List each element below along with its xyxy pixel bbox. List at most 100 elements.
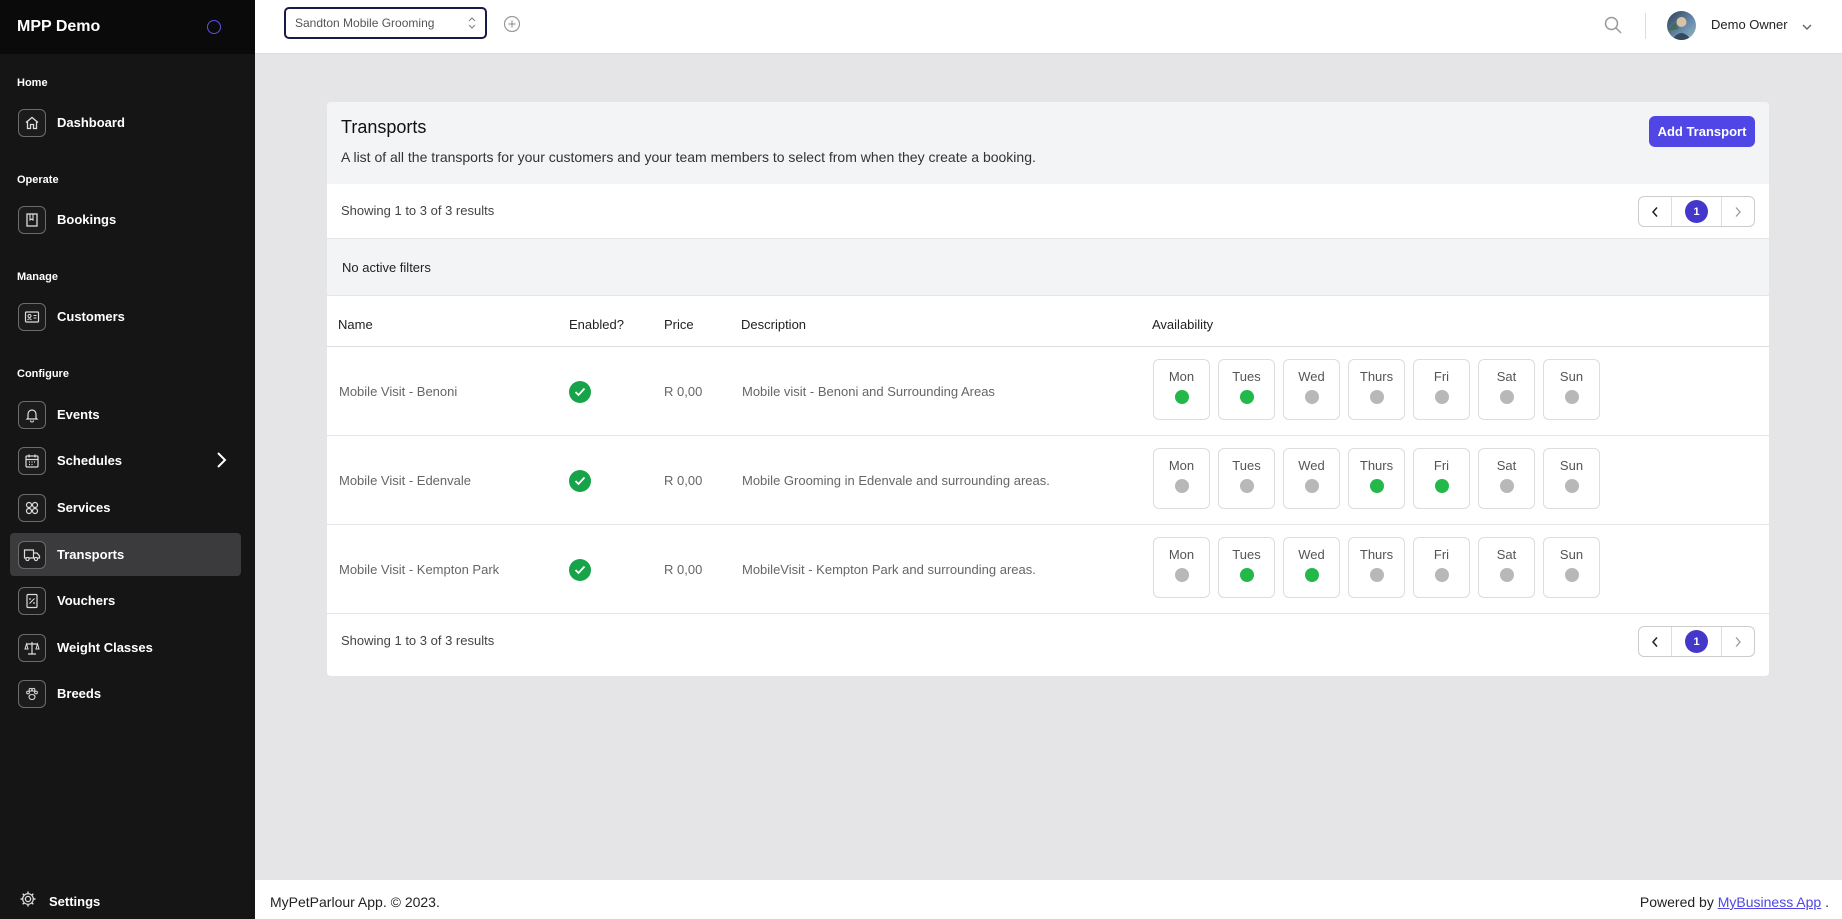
availability-days: Mon Tues Wed Thurs Fri Sat Sun	[1153, 537, 1608, 598]
select-arrows-icon	[467, 15, 477, 34]
row-price: R 0,00	[664, 562, 703, 577]
day-chip: Tues	[1218, 448, 1275, 509]
results-count: Showing 1 to 3 of 3 results	[341, 203, 495, 218]
brand-title: MPP Demo	[17, 18, 101, 35]
sidebar-item-weight-classes[interactable]: Weight Classes	[10, 626, 241, 669]
enabled-check-icon	[569, 381, 591, 403]
sidebar-item-settings[interactable]: Settings	[19, 890, 100, 913]
row-description: Mobile visit - Benoni and Surrounding Ar…	[742, 384, 995, 399]
day-label: Thurs	[1359, 458, 1394, 473]
row-price: R 0,00	[664, 473, 703, 488]
prev-page-button[interactable]	[1639, 627, 1672, 656]
section-label-manage: Manage	[17, 271, 58, 283]
unavailable-dot	[1174, 479, 1189, 493]
add-transport-button[interactable]: Add Transport	[1649, 116, 1755, 147]
avatar[interactable]	[1667, 11, 1696, 40]
available-dot	[1304, 568, 1319, 582]
column-header-availability: Availability	[1152, 317, 1214, 332]
day-chip: Wed	[1283, 537, 1340, 598]
available-dot	[1369, 479, 1384, 493]
book-icon	[18, 205, 46, 234]
chevron-down-icon[interactable]	[1801, 19, 1813, 37]
sidebar-item-services[interactable]: Services	[10, 486, 241, 529]
table-body: Mobile Visit - Benoni R 0,00 Mobile visi…	[327, 347, 1769, 614]
sidebar-item-label: Vouchers	[57, 593, 116, 608]
powered-by-link[interactable]: MyBusiness App	[1718, 894, 1822, 910]
day-label: Sat	[1496, 369, 1517, 384]
unavailable-dot	[1564, 479, 1579, 493]
add-salon-icon[interactable]	[503, 15, 521, 38]
unavailable-dot	[1499, 568, 1514, 582]
available-dot	[1174, 390, 1189, 404]
day-label: Wed	[1298, 369, 1325, 384]
table-row[interactable]: Mobile Visit - Benoni R 0,00 Mobile visi…	[327, 347, 1769, 436]
chevron-left-icon	[1651, 206, 1658, 217]
day-chip: Mon	[1153, 537, 1210, 598]
column-header-price: Price	[664, 317, 694, 332]
unavailable-dot	[1239, 479, 1254, 493]
day-chip: Sat	[1478, 537, 1535, 598]
calendar-icon	[18, 446, 46, 475]
day-label: Mon	[1168, 547, 1195, 562]
results-bar-top: Showing 1 to 3 of 3 results 1	[327, 184, 1769, 239]
sidebar-item-label: Events	[57, 407, 100, 422]
sidebar-item-schedules[interactable]: Schedules	[10, 439, 241, 482]
day-label: Fri	[1433, 458, 1450, 473]
next-page-button[interactable]	[1721, 197, 1754, 226]
row-name: Mobile Visit - Edenvale	[339, 473, 471, 488]
day-chip: Thurs	[1348, 359, 1405, 420]
search-icon[interactable]	[1603, 15, 1623, 40]
day-label: Sun	[1559, 369, 1584, 384]
page-title: Transports	[341, 117, 427, 137]
sidebar-item-customers[interactable]: Customers	[10, 295, 241, 338]
sidebar-item-transports[interactable]: Transports	[10, 533, 241, 576]
day-label: Tues	[1232, 369, 1261, 384]
table-row[interactable]: Mobile Visit - Edenvale R 0,00 Mobile Gr…	[327, 436, 1769, 525]
column-header-description: Description	[741, 317, 807, 332]
day-chip: Sun	[1543, 359, 1600, 420]
sidebar-item-dashboard[interactable]: Dashboard	[10, 101, 241, 144]
chevron-right-icon[interactable]	[215, 451, 227, 474]
user-name[interactable]: Demo Owner	[1711, 17, 1788, 32]
day-chip: Wed	[1283, 359, 1340, 420]
table-row[interactable]: Mobile Visit - Kempton Park R 0,00 Mobil…	[327, 525, 1769, 614]
day-chip: Fri	[1413, 359, 1470, 420]
status-circle-icon[interactable]	[207, 20, 221, 34]
day-label: Sun	[1559, 458, 1584, 473]
day-label: Mon	[1168, 369, 1195, 384]
day-label: Wed	[1298, 547, 1325, 562]
current-page-button[interactable]: 1	[1672, 627, 1721, 656]
sidebar-item-label: Customers	[57, 309, 125, 324]
sidebar-item-label: Breeds	[57, 686, 102, 701]
sidebar-item-bookings[interactable]: Bookings	[10, 198, 241, 241]
day-label: Sat	[1496, 547, 1517, 562]
day-label: Fri	[1433, 369, 1450, 384]
sidebar-item-breeds[interactable]: Breeds	[10, 672, 241, 715]
page-description: A list of all the transports for your cu…	[341, 149, 1036, 165]
salon-select[interactable]: Sandton Mobile Grooming	[284, 7, 487, 39]
paw-icon	[18, 679, 46, 708]
day-label: Tues	[1232, 547, 1261, 562]
footer-powered: Powered by MyBusiness App .	[1640, 894, 1829, 910]
day-label: Fri	[1433, 547, 1450, 562]
sidebar-item-events[interactable]: Events	[10, 393, 241, 436]
prev-page-button[interactable]	[1639, 197, 1672, 226]
day-label: Wed	[1298, 458, 1325, 473]
sidebar-item-label: Services	[57, 500, 111, 515]
unavailable-dot	[1369, 390, 1384, 404]
settings-label: Settings	[49, 894, 101, 909]
current-page-button[interactable]: 1	[1672, 197, 1721, 226]
voucher-icon	[18, 586, 46, 615]
filters-bar: No active filters	[327, 239, 1769, 296]
filters-text: No active filters	[342, 260, 431, 275]
day-chip: Sun	[1543, 448, 1600, 509]
availability-days: Mon Tues Wed Thurs Fri Sat Sun	[1153, 448, 1608, 509]
salon-select-value: Sandton Mobile Grooming	[295, 16, 435, 30]
topbar-divider	[1645, 13, 1646, 39]
unavailable-dot	[1434, 568, 1449, 582]
unavailable-dot	[1304, 479, 1319, 493]
sidebar-item-vouchers[interactable]: Vouchers	[10, 579, 241, 622]
day-label: Thurs	[1359, 547, 1394, 562]
next-page-button[interactable]	[1721, 627, 1754, 656]
unavailable-dot	[1499, 390, 1514, 404]
